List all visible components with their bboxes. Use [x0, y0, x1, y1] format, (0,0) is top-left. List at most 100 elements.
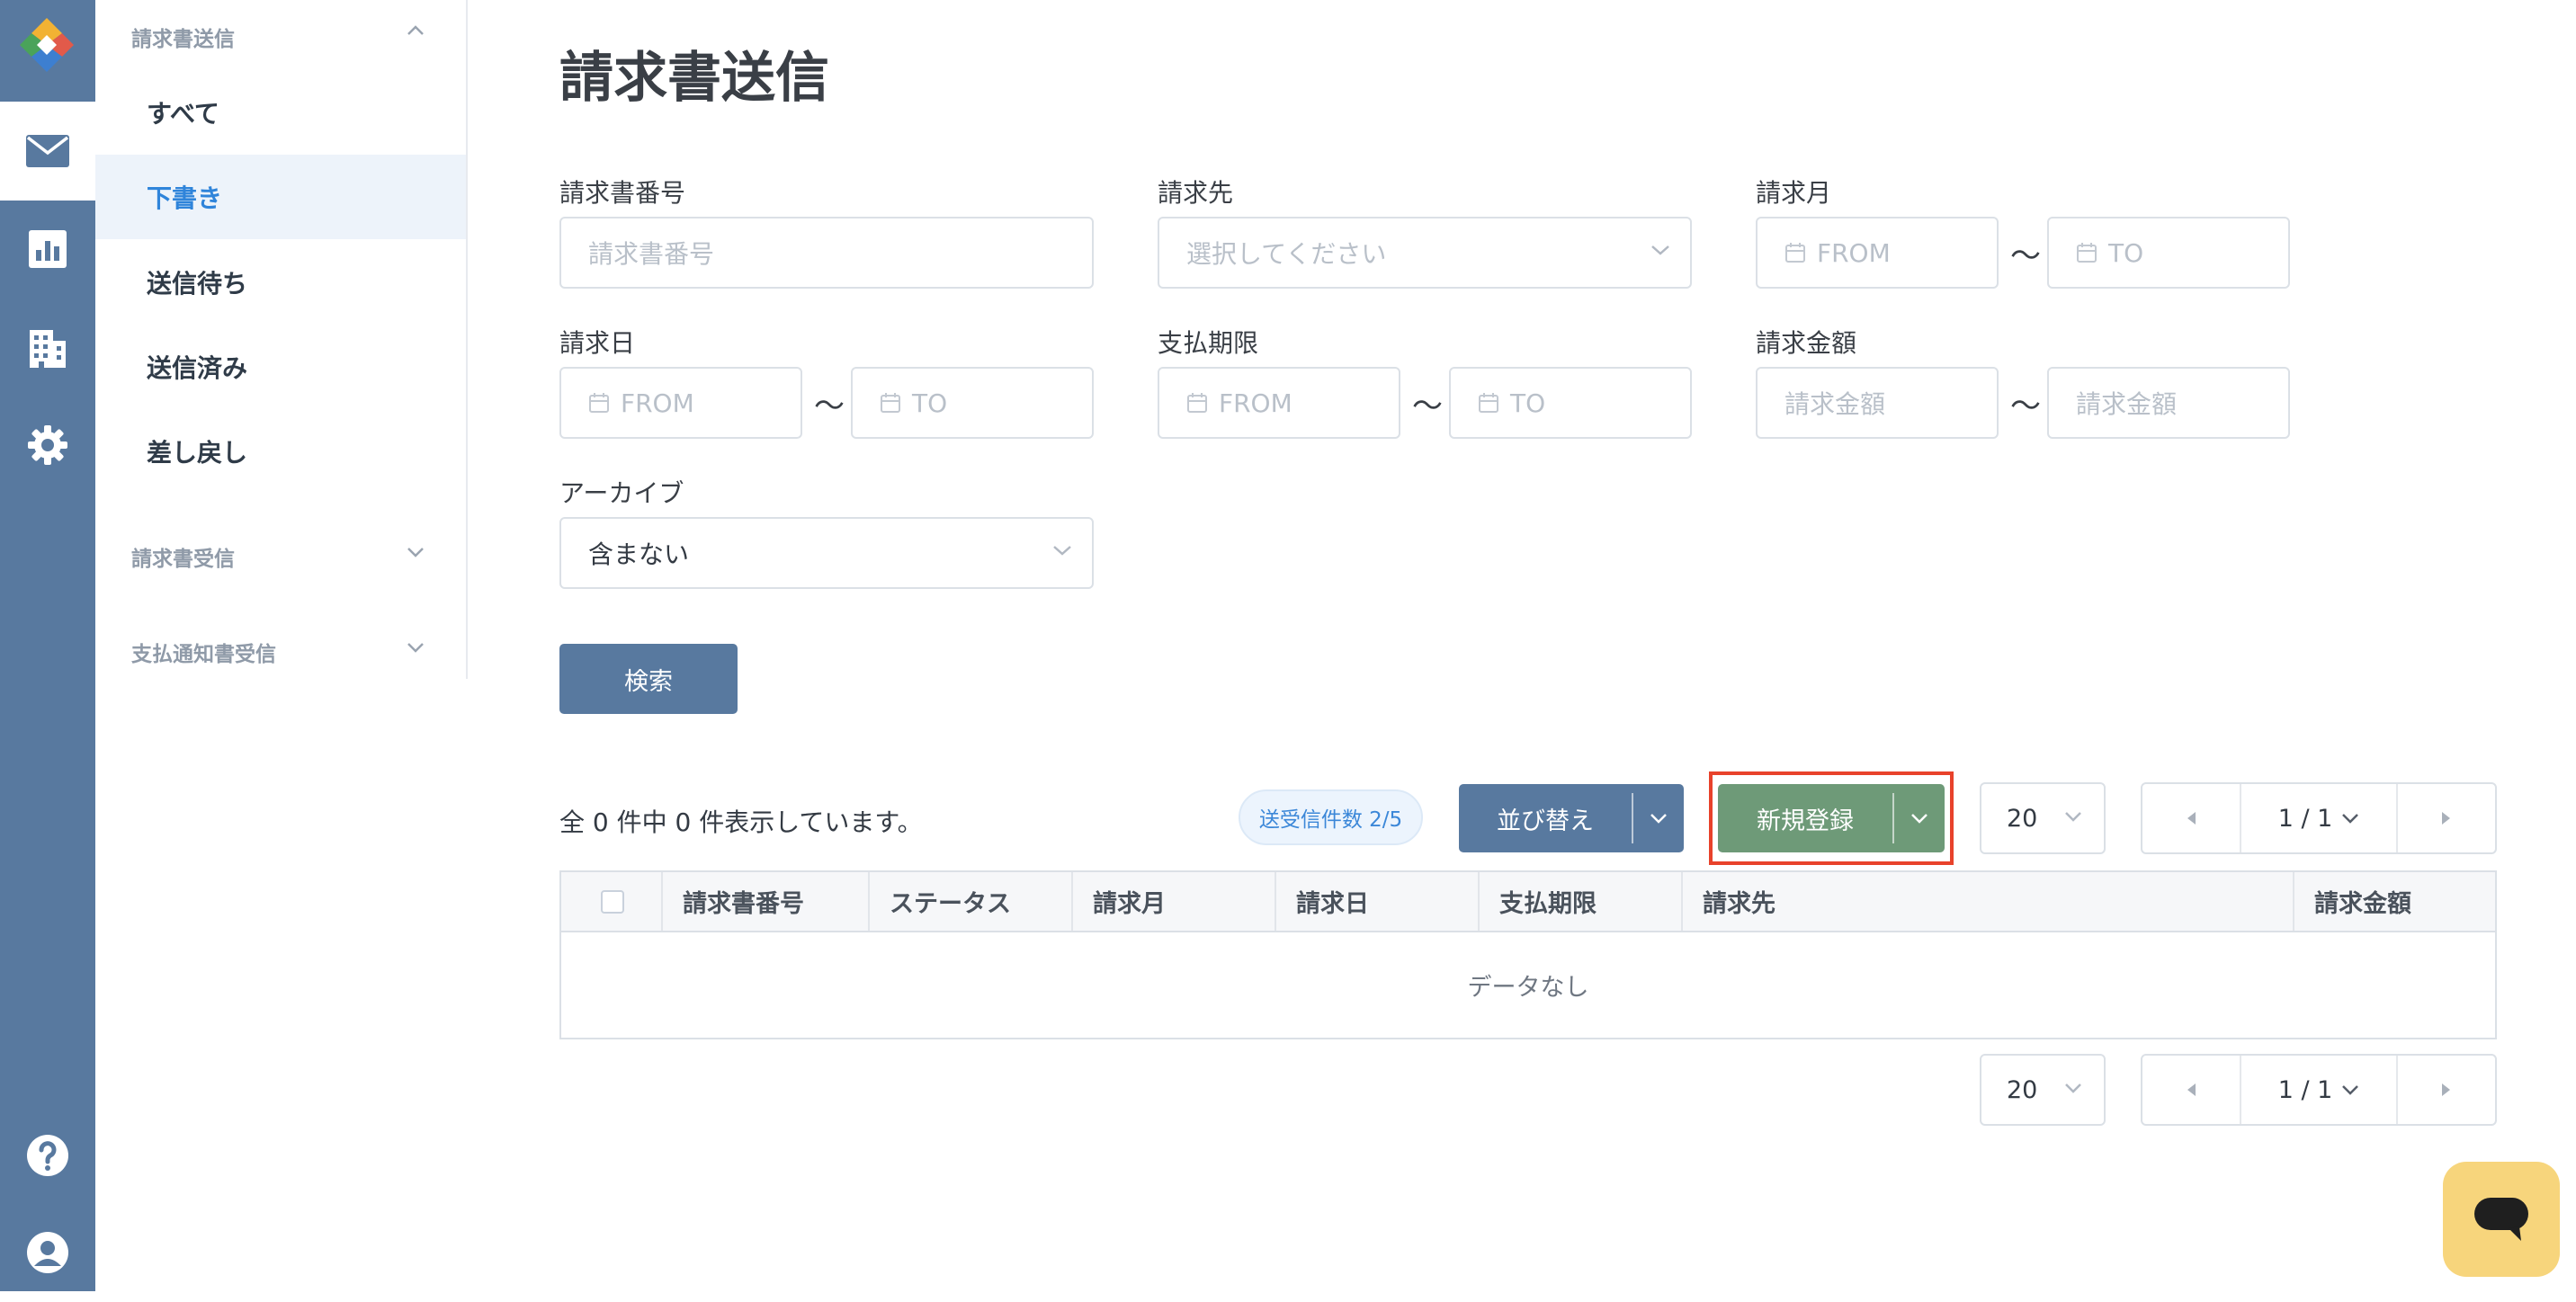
- sort-button-label[interactable]: 並び替え: [1459, 784, 1632, 852]
- chevron-down-icon[interactable]: [407, 642, 425, 653]
- calendar-icon: [881, 393, 900, 413]
- billing-month-to-input[interactable]: TO: [2047, 217, 2290, 289]
- rail-company-button[interactable]: [0, 298, 95, 397]
- invoice-date-from-placeholder: FROM: [621, 388, 694, 418]
- column-header-due-date[interactable]: 支払期限: [1480, 872, 1683, 931]
- calendar-icon: [2077, 243, 2097, 263]
- billing-to-select[interactable]: 選択してください: [1158, 217, 1692, 289]
- chevron-down-icon: [1651, 245, 1669, 255]
- mail-icon: [26, 135, 69, 167]
- column-header-amount[interactable]: 請求金額: [2294, 872, 2495, 931]
- billing-month-from-input[interactable]: FROM: [1756, 217, 1999, 289]
- invoice-date-from-input[interactable]: FROM: [559, 367, 802, 439]
- select-all-checkbox[interactable]: [601, 889, 624, 914]
- amount-from-placeholder: 請求金額: [1784, 389, 1886, 419]
- due-date-from-placeholder: FROM: [1219, 388, 1292, 418]
- chevron-down-icon: [2065, 812, 2081, 822]
- quota-badge[interactable]: 送受信件数 2/5: [1239, 789, 1423, 845]
- due-date-to-input[interactable]: TO: [1449, 367, 1692, 439]
- table-header: 請求書番号 ステータス 請求月 請求日 支払期限 請求先 請求金額: [561, 872, 2495, 932]
- new-register-button[interactable]: 新規登録: [1718, 784, 1945, 852]
- invoice-date-to-input[interactable]: TO: [851, 367, 1094, 439]
- calendar-icon: [1187, 393, 1207, 413]
- billing-month-label: 請求月: [1756, 178, 1832, 208]
- range-separator: 〜: [1412, 388, 1443, 424]
- archive-label: アーカイブ: [559, 478, 684, 508]
- invoice-table: 請求書番号 ステータス 請求月 請求日 支払期限 請求先 請求金額 データなし: [559, 870, 2497, 1039]
- amount-label: 請求金額: [1756, 328, 1857, 358]
- due-date-label: 支払期限: [1158, 328, 1259, 358]
- chat-support-button[interactable]: [2443, 1162, 2560, 1277]
- chevron-down-icon[interactable]: [407, 547, 425, 557]
- chevron-down-icon: [1053, 546, 1071, 556]
- billing-to-label: 請求先: [1158, 178, 1234, 208]
- page-select[interactable]: 1 / 1: [2240, 1056, 2398, 1124]
- chevron-down-icon: [2065, 1084, 2081, 1093]
- sort-dropdown-toggle[interactable]: [1633, 784, 1684, 852]
- page-size-value: 20: [2007, 804, 2038, 833]
- prev-page-button[interactable]: [2142, 1056, 2240, 1124]
- rail-help-button[interactable]: [0, 1106, 95, 1205]
- amount-to-input[interactable]: 請求金額: [2047, 367, 2290, 439]
- chevron-down-icon: [1650, 814, 1667, 824]
- building-icon: [30, 330, 66, 368]
- archive-value: 含まない: [588, 540, 690, 569]
- caret-right-icon: [2442, 1084, 2450, 1096]
- due-date-from-input[interactable]: FROM: [1158, 367, 1400, 439]
- page-indicator: 1 / 1: [2277, 1075, 2333, 1104]
- rail-settings-button[interactable]: [0, 396, 95, 495]
- search-button[interactable]: 検索: [559, 644, 738, 714]
- amount-from-input[interactable]: 請求金額: [1756, 367, 1999, 439]
- gear-icon: [28, 425, 67, 465]
- range-separator: 〜: [814, 388, 845, 424]
- sub-navigation: 請求書送信 すべて 下書き 送信待ち 送信済み 差し戻し 請求書受信 支払通知書…: [95, 0, 468, 679]
- nav-item-pending[interactable]: 送信待ち: [95, 240, 466, 325]
- empty-state-text: データなし: [1467, 974, 1589, 1002]
- column-header-invoice-number[interactable]: 請求書番号: [663, 872, 870, 931]
- user-icon: [27, 1232, 68, 1273]
- range-separator: 〜: [2010, 238, 2041, 274]
- next-page-button[interactable]: [2398, 784, 2495, 852]
- page-select[interactable]: 1 / 1: [2240, 784, 2398, 852]
- nav-group-invoice-receive[interactable]: 請求書受信: [131, 541, 235, 572]
- archive-select[interactable]: 含まない: [559, 517, 1094, 589]
- page-size-select-bottom[interactable]: 20: [1980, 1054, 2106, 1126]
- nav-group-payment-notice[interactable]: 支払通知書受信: [131, 637, 276, 667]
- rail-mail-button[interactable]: [0, 102, 95, 201]
- invoice-number-input[interactable]: 請求書番号: [559, 217, 1094, 289]
- page-size-value: 20: [2007, 1075, 2038, 1104]
- rail-account-button[interactable]: [0, 1203, 95, 1302]
- invoice-date-label: 請求日: [559, 328, 636, 358]
- page-title: 請求書送信: [559, 47, 829, 110]
- select-all-cell: [561, 872, 663, 931]
- page-indicator: 1 / 1: [2277, 804, 2333, 833]
- new-register-dropdown-toggle[interactable]: [1894, 784, 1945, 852]
- nav-item-all[interactable]: すべて: [95, 70, 466, 155]
- prev-page-button[interactable]: [2142, 784, 2240, 852]
- chevron-down-icon: [2342, 814, 2359, 824]
- chevron-down-icon: [2342, 1085, 2359, 1095]
- main-content: 請求書送信 請求書番号 請求書番号 請求先 選択してください 請求月 FROM …: [470, 0, 2576, 1291]
- calendar-icon: [1785, 243, 1805, 263]
- sort-button[interactable]: 並び替え: [1459, 784, 1684, 852]
- column-header-billing-to[interactable]: 請求先: [1683, 872, 2294, 931]
- chevron-down-icon: [1911, 814, 1928, 824]
- column-header-billing-month[interactable]: 請求月: [1073, 872, 1276, 931]
- app-logo-icon[interactable]: [15, 13, 78, 76]
- caret-right-icon: [2442, 812, 2450, 825]
- nav-item-sent[interactable]: 送信済み: [95, 325, 466, 409]
- column-header-invoice-date[interactable]: 請求日: [1276, 872, 1480, 931]
- column-header-status[interactable]: ステータス: [870, 872, 1073, 931]
- range-separator: 〜: [2010, 388, 2041, 424]
- chevron-up-icon[interactable]: [407, 25, 425, 36]
- caret-left-icon: [2187, 1084, 2196, 1096]
- nav-item-draft[interactable]: 下書き: [95, 155, 466, 239]
- billing-to-placeholder: 選択してください: [1186, 239, 1387, 269]
- nav-group-invoice-send[interactable]: 請求書送信: [131, 22, 235, 52]
- new-register-label[interactable]: 新規登録: [1718, 784, 1892, 852]
- next-page-button[interactable]: [2398, 1056, 2495, 1124]
- rail-report-button[interactable]: [0, 200, 95, 299]
- nav-item-returned[interactable]: 差し戻し: [95, 409, 466, 494]
- caret-left-icon: [2187, 812, 2196, 825]
- page-size-select-top[interactable]: 20: [1980, 782, 2106, 854]
